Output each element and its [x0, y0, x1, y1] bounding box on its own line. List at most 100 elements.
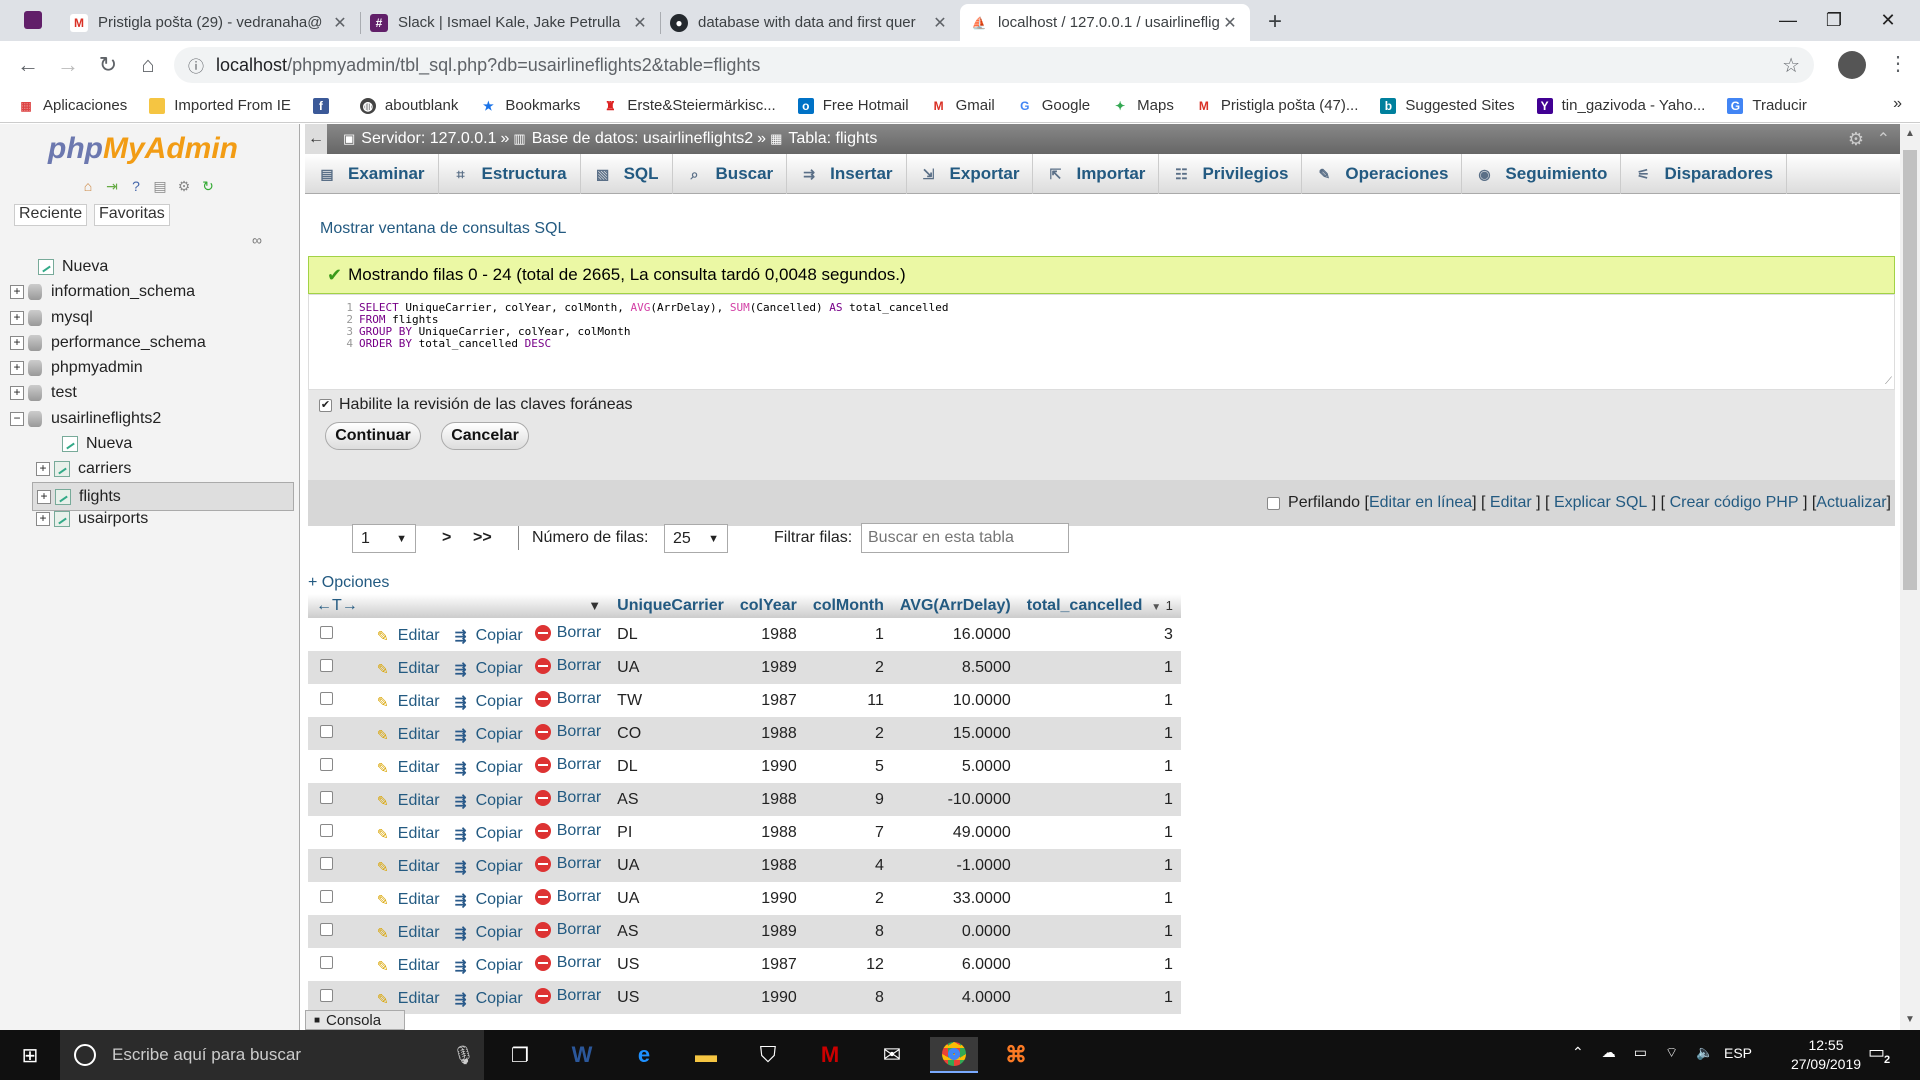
tab-operaciones[interactable]: ✎ Operaciones — [1302, 154, 1463, 194]
row-checkbox[interactable] — [320, 625, 333, 639]
edit-button[interactable]: ✎ Editar — [374, 660, 440, 678]
tab-insertar[interactable]: ⇉ Insertar — [787, 154, 907, 194]
close-icon[interactable]: ✕ — [1220, 13, 1240, 33]
tree-new-table[interactable]: Nueva — [62, 432, 132, 456]
row-checkbox[interactable] — [320, 988, 333, 1002]
sql-query-box[interactable]: 1 SELECT UniqueCarrier, colYear, colMonth… — [308, 294, 1895, 390]
tab-gmail[interactable]: M Pristigla pošta (29) - vedranaha@ ✕ — [60, 4, 360, 41]
reload-icon[interactable]: ↻ — [198, 176, 218, 196]
help-icon[interactable]: ? — [126, 176, 146, 196]
address-bar[interactable]: ⓘ localhost/phpmyadmin/tbl_sql.php?db=us… — [174, 47, 1814, 83]
copy-button[interactable]: ⇶ Copiar — [452, 858, 523, 876]
edit-button[interactable]: ✎ Editar — [374, 924, 440, 942]
tab-exportar[interactable]: ⇲ Exportar — [907, 154, 1034, 194]
expand-icon[interactable]: + — [36, 462, 50, 476]
delete-button[interactable]: Borrar — [534, 888, 601, 906]
file-explorer-icon[interactable]: ▬ — [682, 1037, 730, 1073]
copy-button[interactable]: ⇶ Copiar — [452, 924, 523, 942]
continue-button[interactable]: Continuar — [325, 422, 421, 450]
edit-button[interactable]: ✎ Editar — [374, 693, 440, 711]
delete-button[interactable]: Borrar — [534, 987, 601, 1005]
tree-table-carriers[interactable]: + carriers — [36, 457, 131, 481]
breadcrumb-table[interactable]: Tabla: flights — [788, 130, 877, 148]
logout-icon[interactable]: ⇥ — [102, 176, 122, 196]
row-checkbox[interactable] — [320, 955, 333, 969]
restore-icon[interactable]: ❐ — [1806, 0, 1862, 41]
close-icon[interactable]: ✕ — [330, 13, 350, 33]
language-indicator[interactable]: ESP — [1724, 1045, 1752, 1061]
tab-slack[interactable]: # Slack | Ismael Kale, Jake Petrulla ✕ — [360, 4, 660, 41]
delete-button[interactable]: Borrar — [534, 723, 601, 741]
column-header-avg-arrdelay[interactable]: AVG(ArrDelay) — [891, 594, 1019, 618]
tab-buscar[interactable]: ⌕ Buscar — [673, 154, 788, 194]
microphone-icon[interactable]: 🎙 — [452, 1045, 475, 1066]
fk-check-checkbox[interactable]: ✔ — [319, 399, 332, 412]
expand-icon[interactable]: + — [10, 361, 24, 375]
tab-phpmyadmin[interactable]: ⛵ localhost / 127.0.0.1 / usairlineflig … — [960, 4, 1250, 41]
info-icon[interactable]: ⓘ — [188, 53, 204, 77]
row-checkbox[interactable] — [320, 856, 333, 870]
recent-button[interactable]: Reciente — [14, 204, 88, 226]
star-icon[interactable]: ☆ — [1782, 53, 1800, 78]
column-header-total-cancelled[interactable]: total_cancelled ▼ 1 — [1018, 594, 1181, 618]
chrome-icon[interactable] — [930, 1037, 978, 1073]
cloud-icon[interactable]: ☁ — [1602, 1044, 1616, 1062]
mcafee-icon[interactable]: M — [806, 1037, 854, 1073]
copy-button[interactable]: ⇶ Copiar — [452, 693, 523, 711]
home-icon[interactable]: ⌂ — [132, 49, 164, 81]
edit-button[interactable]: ✎ Editar — [374, 825, 440, 843]
bookmark-google[interactable]: G Google — [1017, 97, 1090, 114]
bookmark-hotmail[interactable]: o Free Hotmail — [797, 97, 909, 114]
expand-icon[interactable]: + — [36, 512, 50, 526]
home-icon[interactable]: ⌂ — [78, 176, 98, 196]
edit-button[interactable]: ✎ Editar — [374, 792, 440, 810]
word-icon[interactable]: W — [558, 1037, 606, 1073]
back-icon[interactable]: ← — [12, 49, 44, 81]
reload-icon[interactable]: ↻ — [92, 49, 124, 81]
delete-button[interactable]: Borrar — [534, 756, 601, 774]
tab-sql[interactable]: ▧ SQL — [581, 154, 673, 194]
expand-icon[interactable]: + — [10, 336, 24, 350]
page-scrollbar[interactable]: ▲ ▼ — [1900, 124, 1920, 1030]
bookmark-translate[interactable]: G Traducir — [1727, 97, 1807, 114]
copy-button[interactable]: ⇶ Copiar — [452, 792, 523, 810]
taskbar-search[interactable]: Escribe aquí para buscar 🎙 — [60, 1030, 484, 1080]
edit-link[interactable]: Editar — [1490, 494, 1532, 512]
collapse-icon[interactable]: − — [10, 412, 24, 426]
bookmark-maps[interactable]: ✦ Maps — [1112, 97, 1174, 114]
edit-inline-link[interactable]: Editar en línea — [1369, 494, 1472, 512]
menu-icon[interactable]: ⋮ — [1888, 51, 1908, 76]
collapse-top-icon[interactable]: ⌃ — [1877, 129, 1890, 149]
edge-icon[interactable]: e — [620, 1037, 668, 1073]
delete-button[interactable]: Borrar — [534, 921, 601, 939]
delete-button[interactable]: Borrar — [534, 690, 601, 708]
row-checkbox[interactable] — [320, 889, 333, 903]
tab-github[interactable]: ● database with data and first quer ✕ — [660, 4, 960, 41]
copy-button[interactable]: ⇶ Copiar — [452, 759, 523, 777]
slack-app-icon[interactable] — [24, 11, 42, 29]
copy-button[interactable]: ⇶ Copiar — [452, 726, 523, 744]
column-arrows[interactable]: ←T→ — [308, 594, 366, 618]
page-select[interactable]: 1 ▼ — [352, 524, 416, 553]
breadcrumb-database[interactable]: Base de datos: usairlineflights2 — [532, 130, 753, 148]
expand-icon[interactable]: + — [10, 386, 24, 400]
copy-button[interactable]: ⇶ Copiar — [452, 957, 523, 975]
tab-seguimiento[interactable]: ◉ Seguimiento — [1462, 154, 1622, 194]
tree-db-information-schema[interactable]: + information_schema — [10, 280, 195, 304]
tab-importar[interactable]: ⇱ Importar — [1033, 154, 1160, 194]
row-checkbox[interactable] — [320, 922, 333, 936]
tab-privilegios[interactable]: ☷ Privilegios — [1159, 154, 1303, 194]
expand-icon[interactable]: + — [37, 489, 51, 504]
delete-button[interactable]: Borrar — [534, 657, 601, 675]
xampp-icon[interactable]: ⌘ — [992, 1037, 1040, 1073]
edit-button[interactable]: ✎ Editar — [374, 957, 440, 975]
favorites-button[interactable]: Favoritas — [94, 204, 170, 226]
last-page-button[interactable]: >> — [473, 529, 492, 547]
filter-input[interactable] — [861, 523, 1069, 553]
edit-button[interactable]: ✎ Editar — [374, 627, 440, 645]
row-checkbox[interactable] — [320, 691, 333, 705]
docs-icon[interactable]: ▤ — [150, 176, 170, 196]
show-sql-window-link[interactable]: Mostrar ventana de consultas SQL — [320, 220, 566, 238]
row-checkbox[interactable] — [320, 790, 333, 804]
column-actions-sort[interactable]: ▼ — [365, 594, 610, 618]
